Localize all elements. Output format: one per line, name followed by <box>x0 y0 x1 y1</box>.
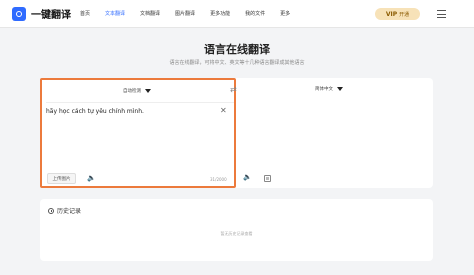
source-language-select[interactable]: 自动检测 <box>123 88 151 94</box>
hamburger-menu-icon[interactable] <box>437 10 446 18</box>
page-title: 语言在线翻译 <box>204 43 270 56</box>
divider <box>46 102 234 103</box>
speaker-icon[interactable]: 🔈 <box>243 173 252 181</box>
top-header: 一键翻译 首页 文本翻译 文档翻译 图片翻译 更多功能 我的文件 更多 VIP … <box>0 0 474 28</box>
vip-button[interactable]: VIP 开通 <box>375 8 420 20</box>
nav-item-more-features[interactable]: 更多功能 <box>210 0 230 28</box>
history-empty-text: 暂无历史记录查看 <box>220 231 253 236</box>
nav-item-more[interactable]: 更多 <box>280 0 290 28</box>
caret-down-icon <box>145 89 151 93</box>
history-header: 历史记录 <box>48 206 81 215</box>
logo-text: 一键翻译 <box>31 10 71 21</box>
source-panel: 自动检测 hãy học cách tự yêu chính mình. ✕ 上… <box>40 78 236 188</box>
history-title: 历史记录 <box>57 208 82 215</box>
caret-down-icon <box>337 87 343 91</box>
target-language-select[interactable]: 简体中文 <box>315 86 343 92</box>
nav-item-image-translate[interactable]: 图片翻译 <box>175 0 195 28</box>
history-panel: 历史记录 暂无历史记录查看 <box>40 199 433 261</box>
clock-icon <box>48 207 54 214</box>
logo[interactable]: 一键翻译 <box>12 6 71 21</box>
vip-label: VIP <box>385 10 398 18</box>
upload-image-button[interactable]: 上传图片 <box>47 173 76 184</box>
nav-item-my-files[interactable]: 我的文件 <box>245 0 265 28</box>
source-text-input[interactable]: hãy học cách tự yêu chính mình. <box>46 108 144 115</box>
logo-icon <box>12 6 26 21</box>
close-icon[interactable]: ✕ <box>220 106 227 115</box>
page-subtitle: 语言在线翻译，可将中文、英文等十几种语言翻译成其他语言 <box>169 60 305 66</box>
main-nav: 首页 文本翻译 文档翻译 图片翻译 更多功能 我的文件 更多 <box>80 0 305 28</box>
copy-icon[interactable] <box>264 175 271 182</box>
swap-languages-icon[interactable]: ⇄ <box>230 85 237 94</box>
char-count: 31/2000 <box>210 177 227 182</box>
nav-item-text-translate[interactable]: 文本翻译 <box>105 0 125 28</box>
target-language-label: 简体中文 <box>315 87 333 92</box>
source-language-label: 自动检测 <box>123 89 141 94</box>
vip-action-label: 开通 <box>399 11 410 18</box>
speaker-icon[interactable]: 🔈 <box>87 174 96 182</box>
nav-item-doc-translate[interactable]: 文档翻译 <box>140 0 160 28</box>
nav-item-home[interactable]: 首页 <box>80 0 90 28</box>
